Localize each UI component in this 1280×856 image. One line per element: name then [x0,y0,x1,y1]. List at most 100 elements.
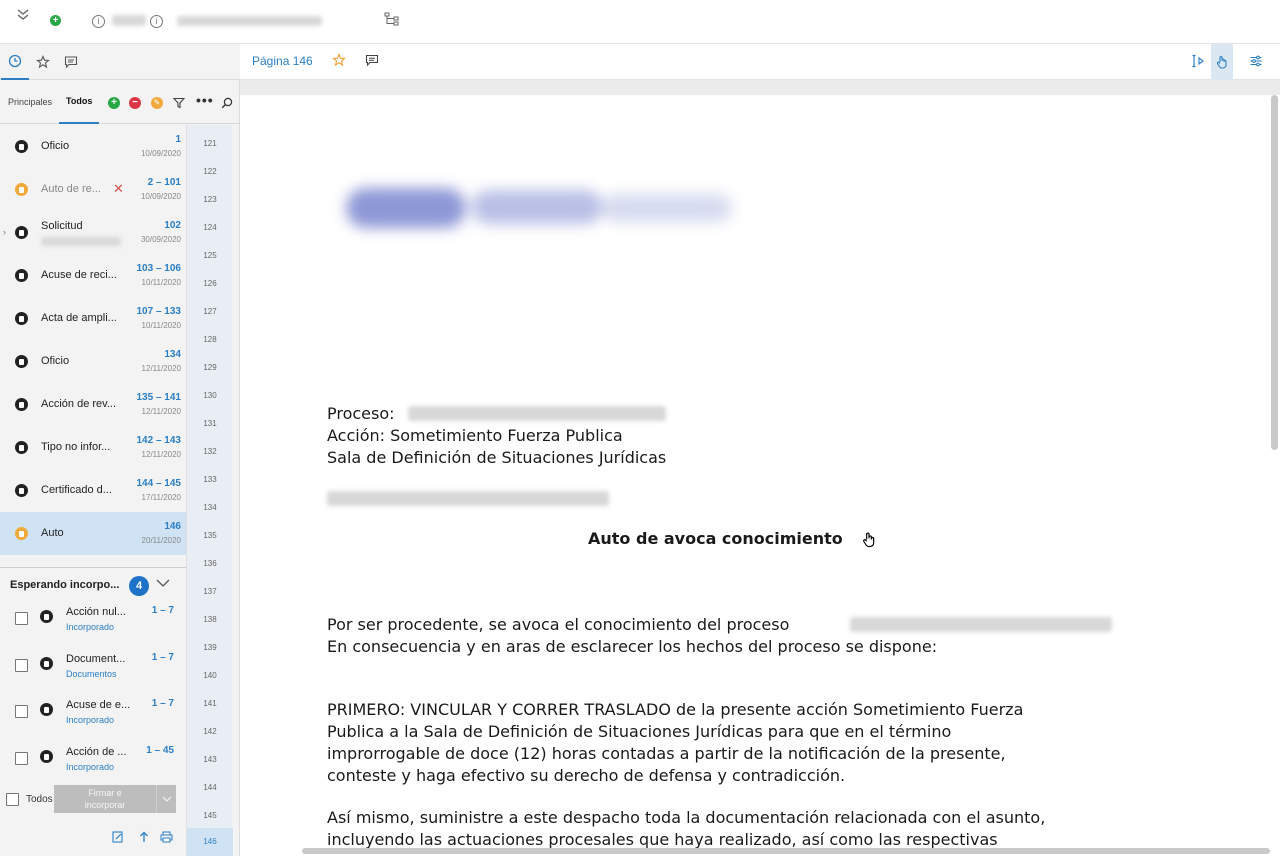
pending-item-checkbox[interactable] [15,659,28,672]
pending-item-checkbox[interactable] [15,752,28,765]
page-number[interactable]: 136 [187,559,233,568]
pending-item[interactable]: Document... Documentos 1 – 7 [0,644,186,690]
page-number[interactable]: 135 [187,531,233,540]
document-icon [15,312,28,325]
user-icon [15,140,28,153]
pending-item-checkbox[interactable] [15,612,28,625]
viewer-toolbar: Página 146 [240,44,1280,80]
hierarchy-icon[interactable] [383,10,401,28]
list-item[interactable]: Tipo no infor... 142 – 143 12/11/2020 [0,426,186,469]
list-item[interactable]: Oficio 134 12/11/2020 [0,340,186,383]
proceso-label: Proceso: [327,404,395,423]
page-number[interactable]: 128 [187,335,233,344]
paragraph-2-line-4: conteste y haga efectivo su derecho de d… [327,766,846,785]
page-number[interactable]: 122 [187,167,233,176]
remove-document-icon[interactable]: − [129,97,141,109]
redacted-case-title [177,16,322,26]
edit-document-icon[interactable] [112,830,124,848]
favorite-star-icon[interactable] [332,53,346,72]
search-icon[interactable] [220,96,234,110]
page-number[interactable]: 131 [187,419,233,428]
auto-icon [15,183,28,196]
document-date: 12/11/2020 [141,407,181,416]
filter-icon[interactable] [172,96,186,110]
waiting-section-header[interactable]: Esperando incorpo... 4 [0,567,186,597]
waiting-count-badge: 4 [129,576,149,596]
delete-x-icon[interactable]: ✕ [113,181,124,197]
list-item[interactable]: › Solicitud 102 30/09/2020 [0,211,186,254]
pending-item-range: 1 – 45 [146,745,174,756]
hand-pan-icon[interactable] [1211,44,1233,80]
upload-icon[interactable] [138,830,150,848]
sign-button-line2: incorporar [84,800,126,810]
page-number[interactable]: 130 [187,391,233,400]
page-number[interactable]: 127 [187,307,233,316]
clock-icon [8,54,22,68]
chevron-down-icon[interactable] [155,576,171,594]
page-number[interactable]: 132 [187,447,233,456]
page-number[interactable]: 145 [187,811,233,820]
page-number[interactable]: 134 [187,503,233,512]
tab-comments[interactable] [57,44,85,80]
info-icon[interactable]: i [92,15,105,28]
list-item[interactable]: Auto 146 20/11/2020 [0,512,186,555]
tab-history[interactable] [1,44,29,80]
more-options-icon[interactable]: ••• [196,92,214,108]
document-viewer[interactable]: Proceso: Acción: Sometimiento Fuerza Pub… [240,80,1280,856]
subtab-principales[interactable]: Principales [8,80,52,124]
auto-action-icon[interactable]: ✎ [151,97,163,109]
page-number[interactable]: 126 [187,279,233,288]
page-number[interactable]: 143 [187,755,233,764]
tab-favorites[interactable] [29,44,57,80]
pending-item-range: 1 – 7 [151,605,174,616]
document-date: 10/11/2020 [141,321,181,330]
settings-sliders-icon[interactable] [1249,54,1263,73]
pending-item-title: Acción nul... [66,606,126,618]
page-number[interactable]: 137 [187,587,233,596]
page-number[interactable]: 139 [187,643,233,652]
select-all-checkbox[interactable] [6,793,19,806]
page-number[interactable]: 140 [187,671,233,680]
collapse-chevron-icon[interactable] [14,6,32,24]
list-item[interactable]: Acuse de reci... 103 – 106 10/11/2020 [0,254,186,297]
document-title: Acuse de reci... [41,269,117,281]
page-number[interactable]: 142 [187,727,233,736]
text-select-icon[interactable] [1191,54,1205,73]
expand-chevron-icon[interactable]: › [3,227,6,237]
add-icon[interactable]: + [50,15,61,26]
page-number-column: 121 122 123 124 125 126 127 128 129 130 … [186,125,233,856]
page-number[interactable]: 129 [187,363,233,372]
page-number[interactable]: 124 [187,223,233,232]
pending-item-checkbox[interactable] [15,705,28,718]
list-item[interactable]: Acción de rev... 135 – 141 12/11/2020 [0,383,186,426]
list-item[interactable]: Acta de ampli... 107 – 133 10/11/2020 [0,297,186,340]
add-document-icon[interactable]: + [108,97,120,109]
comment-icon[interactable] [365,54,379,72]
page-number[interactable]: 121 [187,139,233,148]
page-indicator[interactable]: Página 146 [252,54,313,68]
sign-and-incorporate-button[interactable]: Firmar e incorporar [54,785,156,813]
list-item[interactable]: Auto de re... ✕ 2 – 101 10/09/2020 [0,168,186,211]
horizontal-scrollbar[interactable] [302,848,1270,854]
page-number[interactable]: 141 [187,699,233,708]
print-icon[interactable] [160,830,173,848]
sign-options-chevron-icon[interactable] [156,785,176,813]
list-item[interactable]: Certificado d... 144 – 145 17/11/2020 [0,469,186,512]
vertical-scrollbar[interactable] [1271,95,1278,450]
info-icon[interactable]: i [150,15,163,28]
page-number-current[interactable]: 146 [187,828,233,856]
page-number[interactable]: 133 [187,475,233,484]
page-number[interactable]: 123 [187,195,233,204]
page-number[interactable]: 144 [187,783,233,792]
page-number[interactable]: 125 [187,251,233,260]
sign-bar: Todos Firmar e incorporar [0,783,186,815]
document-list: Oficio 1 10/09/2020 Auto de re... ✕ 2 – … [0,125,186,555]
paragraph-2-line-1: PRIMERO: VINCULAR Y CORRER TRASLADO de l… [327,700,1024,719]
pending-item[interactable]: Acuse de e... Incorporado 1 – 7 [0,690,186,736]
list-item[interactable]: Oficio 1 10/09/2020 [0,125,186,168]
subtab-todos[interactable]: Todos [59,80,100,124]
pending-item[interactable]: Acción de ... Incorporado 1 – 45 [0,737,186,783]
page-number[interactable]: 138 [187,615,233,624]
pending-item[interactable]: Acción nul... Incorporado 1 – 7 [0,597,186,643]
document-title: Auto [41,527,64,539]
